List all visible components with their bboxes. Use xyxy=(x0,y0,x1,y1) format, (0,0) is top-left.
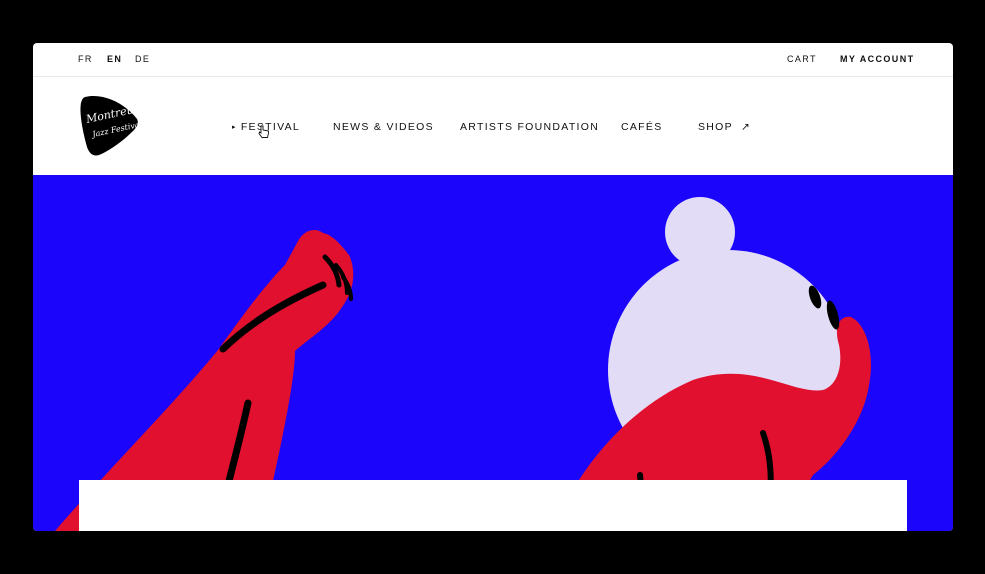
nav-item-cafes[interactable]: CAFÉS xyxy=(621,121,663,133)
logo-icon: Montreux Jazz Festival xyxy=(80,95,143,156)
nav-item-artists-foundation[interactable]: ARTISTS FOUNDATION xyxy=(460,121,599,133)
cart-link[interactable]: CART xyxy=(787,54,817,64)
browser-viewport: FR EN DE CART MY ACCOUNT Montreux Jazz F… xyxy=(33,43,953,531)
nav-item-news-videos[interactable]: NEWS & VIDEOS xyxy=(333,121,434,133)
utility-bar: FR EN DE CART MY ACCOUNT xyxy=(33,43,953,77)
language-de-link[interactable]: DE xyxy=(135,54,150,64)
my-account-link[interactable]: MY ACCOUNT xyxy=(840,54,915,64)
nav-item-festival-label: FESTIVAL xyxy=(240,121,301,133)
active-caret-icon: ▸ xyxy=(232,124,237,131)
main-header: Montreux Jazz Festival ▸ FESTIVAL NEWS & … xyxy=(33,77,953,175)
nav-item-shop-label: SHOP xyxy=(698,121,733,133)
nav-item-shop[interactable]: SHOP ↗ xyxy=(698,121,751,133)
hero-illustration xyxy=(33,175,953,531)
language-fr-link[interactable]: FR xyxy=(78,54,93,64)
montreux-jazz-logo[interactable]: Montreux Jazz Festival xyxy=(79,93,143,157)
hand-pointer-cursor-icon xyxy=(258,125,269,138)
content-card xyxy=(79,480,907,531)
language-en-link[interactable]: EN xyxy=(107,54,122,64)
external-link-arrow-icon: ↗ xyxy=(740,121,752,133)
illustration-artwork xyxy=(55,197,871,531)
